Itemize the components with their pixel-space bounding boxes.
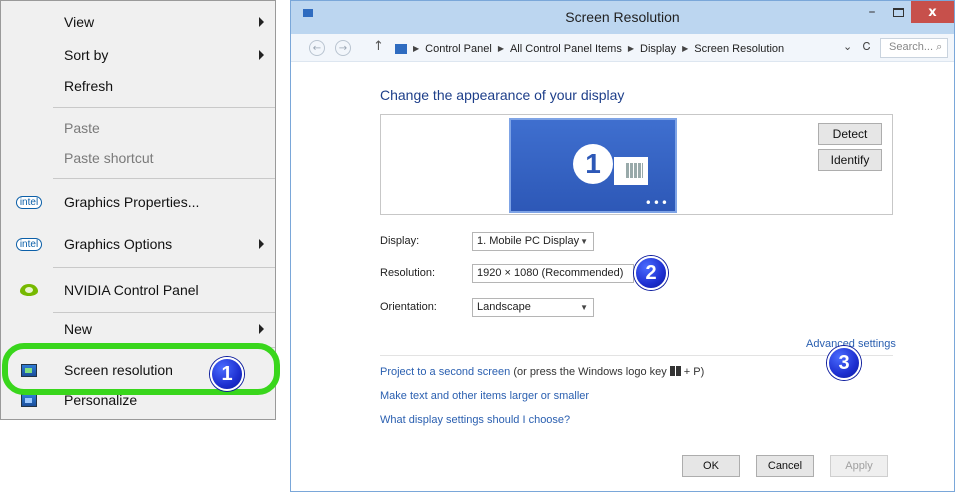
- identify-button[interactable]: Identify: [818, 149, 882, 171]
- monitor-menu-dots[interactable]: •••: [645, 196, 669, 210]
- minimize-button[interactable]: –: [859, 1, 885, 23]
- breadcrumb-separator: ▶: [682, 44, 689, 53]
- callout-badge-3: 3: [827, 346, 861, 380]
- keyboard-icon: [614, 157, 648, 185]
- page-heading: Change the appearance of your display: [380, 87, 625, 103]
- chevron-down-icon: ▼: [580, 302, 588, 312]
- intel-logo-icon: intel: [15, 234, 43, 254]
- resolution-value: 1920 × 1080 (Recommended): [477, 267, 624, 279]
- breadcrumb-item[interactable]: Control Panel: [425, 43, 492, 55]
- submenu-arrow-icon: [259, 324, 264, 334]
- monitor-preview-1[interactable]: 1 •••: [509, 118, 677, 213]
- ok-button[interactable]: OK: [682, 455, 740, 477]
- project-second-screen-line: Project to a second screen (or press the…: [380, 366, 704, 378]
- menu-item-label: Graphics Options: [64, 236, 173, 252]
- menu-separator: [53, 107, 275, 108]
- menu-item-label: View: [64, 14, 95, 30]
- menu-item-view[interactable]: View: [1, 7, 275, 37]
- monitor-number: 1: [573, 144, 613, 184]
- resolution-row: Resolution: 1920 × 1080 (Recommended): [380, 262, 634, 284]
- orientation-select[interactable]: Landscape ▼: [472, 297, 594, 317]
- submenu-arrow-icon: [259, 17, 264, 27]
- menu-item-sort-by[interactable]: Sort by: [1, 40, 275, 70]
- nvidia-logo-icon: [16, 280, 42, 300]
- apply-button[interactable]: Apply: [830, 455, 888, 477]
- menu-item-label: Paste: [64, 120, 100, 136]
- project-second-screen-link[interactable]: Project to a second screen: [380, 366, 510, 378]
- main-content: Change the appearance of your display 1 …: [291, 63, 954, 491]
- breadcrumb-item[interactable]: Screen Resolution: [694, 43, 784, 55]
- up-button[interactable]: ↑: [373, 39, 384, 54]
- menu-item-paste[interactable]: Paste: [1, 113, 275, 143]
- display-help-link[interactable]: What display settings should I choose?: [380, 414, 570, 426]
- project-hint-shortcut: + P): [683, 366, 705, 378]
- breadcrumb-item[interactable]: Display: [640, 43, 676, 55]
- menu-item-nvidia-control-panel[interactable]: NVIDIA Control Panel: [1, 275, 275, 305]
- divider: [380, 355, 893, 356]
- display-row: Display: 1. Mobile PC Display ▼: [380, 230, 594, 252]
- breadcrumb[interactable]: ▶ Control Panel ▶ All Control Panel Item…: [395, 40, 784, 57]
- menu-item-label: NVIDIA Control Panel: [64, 282, 199, 298]
- forward-button[interactable]: →: [335, 40, 351, 56]
- menu-item-label: Refresh: [64, 78, 114, 94]
- search-input[interactable]: Search... ⌕: [880, 38, 948, 58]
- breadcrumb-separator: ▶: [627, 44, 635, 53]
- refresh-button[interactable]: Ꮯ: [863, 40, 871, 53]
- breadcrumb-separator: ▶: [497, 44, 504, 53]
- menu-separator: [53, 178, 275, 179]
- menu-item-label: New: [64, 321, 93, 337]
- submenu-arrow-icon: [259, 50, 264, 60]
- close-button[interactable]: x: [911, 1, 954, 23]
- orientation-value: Landscape: [477, 301, 531, 313]
- menu-separator: [53, 312, 275, 313]
- navigation-bar: ← → ↑ ▶ Control Panel ▶ All Control Pane…: [291, 34, 954, 62]
- breadcrumb-separator: ▶: [413, 44, 420, 53]
- cancel-button[interactable]: Cancel: [756, 455, 814, 477]
- callout-badge-1: 1: [210, 357, 244, 391]
- menu-item-graphics-properties[interactable]: intel Graphics Properties...: [1, 187, 275, 217]
- menu-item-graphics-options[interactable]: intel Graphics Options: [1, 229, 275, 259]
- orientation-label: Orientation:: [380, 301, 437, 313]
- orientation-row: Orientation: Landscape ▼: [380, 296, 594, 318]
- menu-separator: [53, 267, 275, 268]
- window-title: Screen Resolution: [565, 9, 680, 25]
- screen-resolution-window: Screen Resolution – x ← → ↑ ▶ Control Pa…: [290, 0, 955, 492]
- breadcrumb-item[interactable]: All Control Panel Items: [510, 43, 622, 55]
- address-dropdown-button[interactable]: ⌄: [843, 40, 852, 53]
- project-hint-text: (or press the Windows logo key: [513, 366, 667, 378]
- control-panel-icon: [395, 43, 407, 54]
- menu-item-refresh[interactable]: Refresh: [1, 71, 275, 101]
- intel-logo-icon: intel: [15, 192, 43, 212]
- display-value: 1. Mobile PC Display: [477, 235, 580, 247]
- windows-logo-icon: [669, 366, 681, 376]
- menu-item-label: Paste shortcut: [64, 150, 154, 166]
- submenu-arrow-icon: [259, 239, 264, 249]
- display-select[interactable]: 1. Mobile PC Display ▼: [472, 231, 594, 251]
- menu-item-label: Sort by: [64, 47, 109, 63]
- menu-item-new[interactable]: New: [1, 314, 275, 344]
- detect-button[interactable]: Detect: [818, 123, 882, 145]
- menu-item-paste-shortcut[interactable]: Paste shortcut: [1, 143, 275, 173]
- resolution-select[interactable]: 1920 × 1080 (Recommended): [472, 263, 634, 283]
- address-controls: ⌄ Ꮯ: [843, 40, 871, 54]
- resolution-label: Resolution:: [380, 267, 436, 279]
- maximize-icon: [892, 7, 904, 17]
- title-bar[interactable]: Screen Resolution – x: [291, 1, 954, 34]
- callout-badge-2: 2: [634, 256, 668, 290]
- back-button[interactable]: ←: [309, 40, 325, 56]
- maximize-button[interactable]: [885, 1, 911, 23]
- text-size-link[interactable]: Make text and other items larger or smal…: [380, 390, 589, 402]
- display-label: Display:: [380, 235, 420, 247]
- display-preview-panel: 1 ••• Detect Identify: [380, 114, 893, 215]
- chevron-down-icon: ▼: [580, 236, 588, 246]
- menu-item-label: Graphics Properties...: [64, 194, 200, 210]
